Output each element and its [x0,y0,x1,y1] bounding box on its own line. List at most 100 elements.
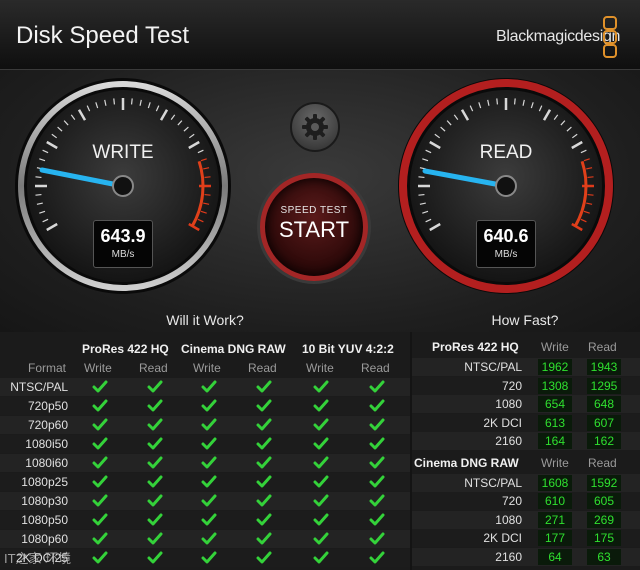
speed-write-header: Write [541,340,569,354]
fps-write-value: 1608 [538,474,572,491]
fps-write-value: 654 [538,396,572,412]
fps-read-value: 1592 [587,474,621,491]
format-row-label: 1080p50 [21,513,68,527]
gauge-tick [204,193,211,196]
resolution-label: 720 [501,378,522,393]
resolution-label: NTSC/PAL [464,475,522,490]
checkmark-icon [369,513,385,526]
speed-read-header: Read [588,455,617,470]
checkmark-icon [201,380,217,393]
checkmark-icon [369,456,385,469]
fps-read-value: 607 [587,414,621,431]
gauge-tick [113,98,116,105]
format-row-label: 1080p30 [21,494,68,508]
fps-read-value: 648 [587,396,621,412]
will-it-work-heading: Will it Work? [166,312,244,328]
checkmark-icon [201,475,217,488]
checkmark-icon [369,532,385,545]
checkmark-icon [147,513,163,526]
checkmark-icon [201,513,217,526]
speed-group-header: Cinema DNG RAW [414,455,519,470]
read-speed-unit: MB/s [494,249,518,260]
format-header-cinema-dng: Cinema DNG RAW [181,342,286,356]
speed-test-start-button[interactable]: SPEED TEST START [260,173,368,281]
checkmark-icon [256,532,272,545]
checkmark-icon [256,494,272,507]
checkmark-icon [92,380,108,393]
checkmark-icon [147,418,163,431]
format-row-label: NTSC/PAL [10,380,68,394]
fps-read-value: 1295 [587,377,621,394]
checkmark-icon [147,437,163,450]
gauge-tick [418,193,425,196]
format-row-label: 720p60 [27,418,68,432]
gauge-tick [587,193,594,196]
fps-read-value: 605 [587,493,621,509]
yuv-read-header: Read [361,361,390,375]
how-fast-heading: How Fast? [491,312,559,328]
fps-write-value: 177 [538,530,572,546]
fps-write-value: 1962 [538,359,572,375]
checkmark-icon [313,456,329,469]
checkmark-icon [92,532,108,545]
format-column-header: Format [28,361,67,375]
checkmark-icon [92,456,108,469]
checkmark-icon [147,399,163,412]
fps-write-value: 64 [538,548,572,565]
format-header-prores: ProRes 422 HQ [82,342,169,356]
resolution-label: 1080 [495,397,522,411]
checkmark-icon [201,418,217,431]
fps-write-value: 613 [538,414,572,431]
checkmark-icon [147,494,163,507]
checkmark-icon [92,418,108,431]
fps-read-value: 269 [587,511,621,528]
checkmark-icon [313,418,329,431]
checkmark-icon [201,456,217,469]
gauge-tick [418,176,425,179]
checkmark-icon [147,380,163,393]
checkmark-icon [201,437,217,450]
checkmark-icon [92,494,108,507]
read-speed-value: 640.6 [483,226,529,246]
resolution-label: 2160 [495,549,522,564]
write-speed-unit: MB/s [111,249,135,260]
prores-write-header: Write [84,361,112,375]
cinema-dng-write-header: Write [193,361,221,375]
resolution-label: 1080 [495,512,522,527]
settings-button[interactable] [290,102,340,152]
checkmark-icon [313,399,329,412]
checkmark-icon [256,399,272,412]
format-row-label: 1080i60 [25,456,68,470]
watermark-text: IT之家 环境 [4,551,72,566]
speed-group-header: ProRes 422 HQ [432,340,519,354]
gauge-tick [130,98,133,105]
prores-read-header: Read [139,361,168,375]
checkmark-icon [369,475,385,488]
resolution-label: 2K DCI [483,415,522,430]
write-speed-value: 643.9 [100,226,146,246]
checkmark-icon [313,475,329,488]
checkmark-icon [92,475,108,488]
checkmark-icon [201,494,217,507]
gauge-panel: WRITE 643.9 MB/s READ 640.6 MB/s SPEED T… [0,70,640,332]
checkmark-icon [369,399,385,412]
checkmark-icon [92,513,108,526]
checkmark-icon [201,399,217,412]
checkmark-icon [313,380,329,393]
checkmark-icon [369,418,385,431]
checkmark-icon [201,551,217,564]
checkmark-icon [147,551,163,564]
checkmark-icon [147,456,163,469]
checkmark-icon [92,551,108,564]
format-row-label: 720p50 [27,399,68,413]
checkmark-icon [147,475,163,488]
resolution-label: NTSC/PAL [464,360,522,374]
gauge-tick [35,176,42,179]
fps-read-value: 162 [587,433,621,449]
start-button-label: START [278,217,350,242]
gauge-tick [35,193,42,196]
gear-icon [302,114,328,140]
checkmark-icon [256,475,272,488]
checkmark-icon [369,551,385,564]
checkmark-icon [313,513,329,526]
